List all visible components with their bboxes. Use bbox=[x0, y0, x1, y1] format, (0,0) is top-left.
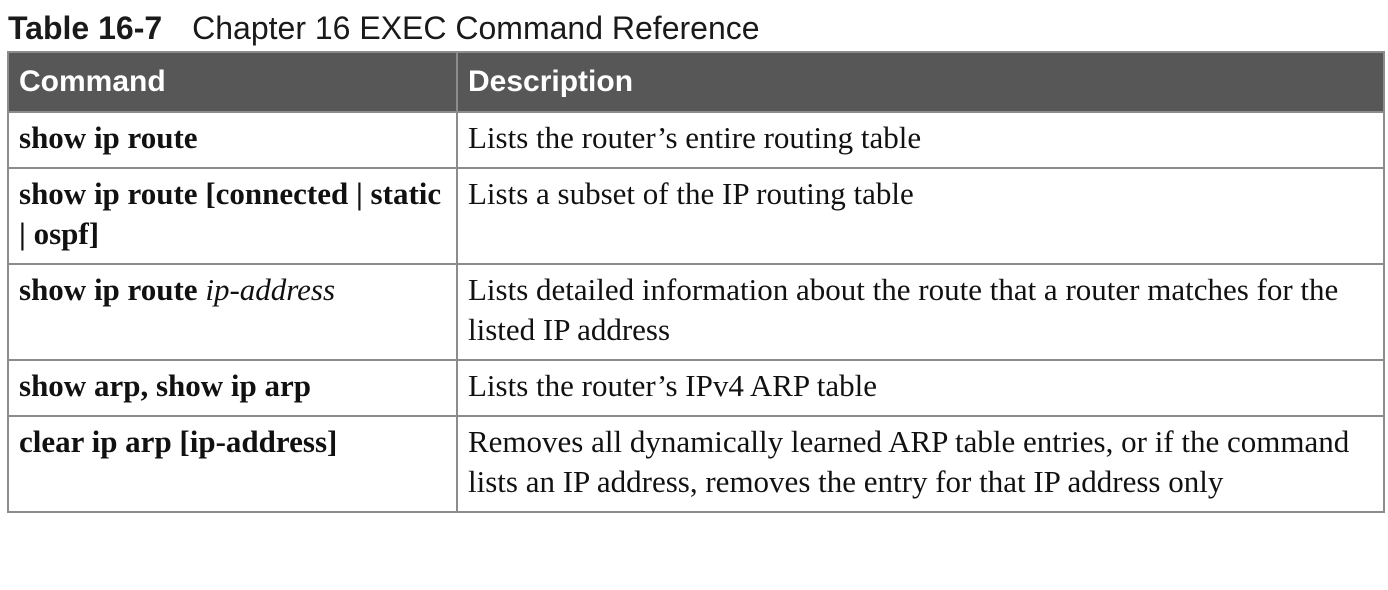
description-cell: Lists the router’s entire routing table bbox=[456, 111, 1385, 169]
command-argument: ip-address bbox=[205, 272, 336, 307]
command-cell: show ip route ip-address bbox=[7, 263, 458, 361]
header-row: Command Description bbox=[7, 51, 1385, 113]
column-header-description: Description bbox=[456, 51, 1385, 113]
command-text: show ip route bbox=[19, 272, 198, 307]
description-cell: Lists the router’s IPv4 ARP table bbox=[456, 359, 1385, 417]
command-text: show ip route bbox=[19, 120, 198, 155]
table-row: show ip route [connected | static | ospf… bbox=[7, 167, 1385, 265]
table-row: show ip route ip-address Lists detailed … bbox=[7, 263, 1385, 361]
command-text: show arp, show ip arp bbox=[19, 368, 311, 403]
command-reference-table: Command Description show ip route Lists … bbox=[7, 51, 1385, 513]
table-row: clear ip arp [ip-address] Removes all dy… bbox=[7, 415, 1385, 513]
table-row: show arp, show ip arp Lists the router’s… bbox=[7, 359, 1385, 417]
description-cell: Lists detailed information about the rou… bbox=[456, 263, 1385, 361]
table-row: show ip route Lists the router’s entire … bbox=[7, 111, 1385, 169]
command-text: show ip route [connected | static | ospf… bbox=[19, 176, 442, 251]
description-cell: Removes all dynamically learned ARP tabl… bbox=[456, 415, 1385, 513]
command-text: clear ip arp [ip-address] bbox=[19, 424, 338, 459]
table-number: Table 16-7 bbox=[8, 10, 163, 46]
command-cell: clear ip arp [ip-address] bbox=[7, 415, 458, 513]
column-header-command: Command bbox=[7, 51, 458, 113]
table-caption: Table 16-7 Chapter 16 EXEC Command Refere… bbox=[8, 8, 760, 48]
description-cell: Lists a subset of the IP routing table bbox=[456, 167, 1385, 265]
command-cell: show ip route [connected | static | ospf… bbox=[7, 167, 458, 265]
command-cell: show ip route bbox=[7, 111, 458, 169]
command-cell: show arp, show ip arp bbox=[7, 359, 458, 417]
table-title: Chapter 16 EXEC Command Reference bbox=[192, 10, 760, 46]
